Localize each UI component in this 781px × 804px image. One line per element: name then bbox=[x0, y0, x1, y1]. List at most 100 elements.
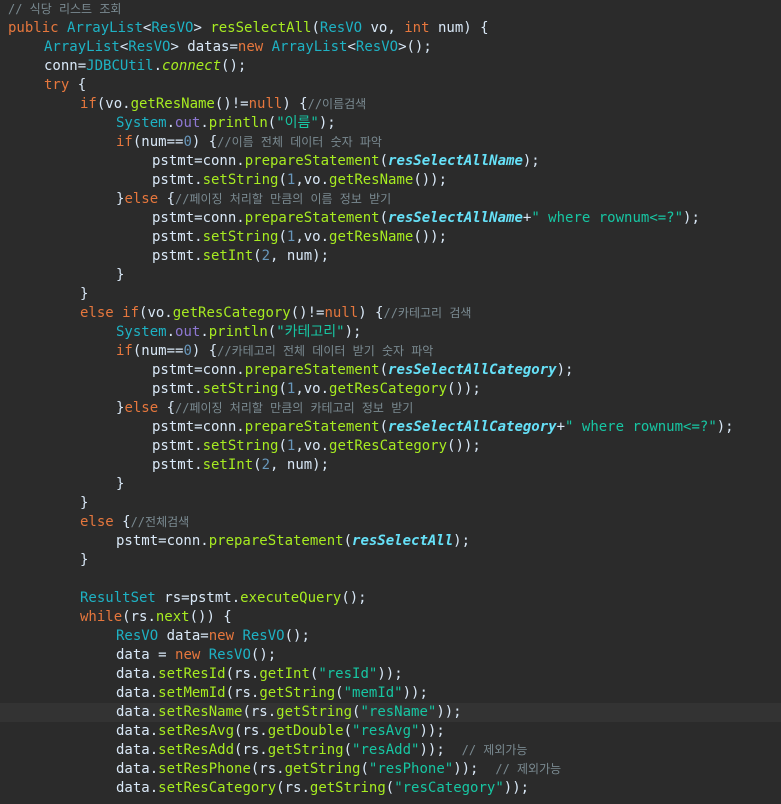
plain-token: )); bbox=[419, 742, 462, 758]
comment-token: //카테고리 전체 데이터 받기 숫자 파악 bbox=[217, 344, 434, 358]
plain-token: data = bbox=[116, 647, 176, 663]
method-token: executeQuery bbox=[240, 590, 342, 606]
plain-token: data. bbox=[116, 723, 159, 739]
plain-token: data. bbox=[116, 761, 159, 777]
keyword-token: new bbox=[237, 39, 272, 55]
plain-token: data. bbox=[116, 742, 159, 758]
plain-token: } bbox=[80, 552, 89, 568]
method-token: getResCategory bbox=[329, 438, 448, 454]
code-line[interactable]: pstmt=conn.prepareStatement(resSelectAll… bbox=[0, 152, 781, 171]
code-line[interactable]: data.setResAdd(rs.getString("resAdd")); … bbox=[0, 741, 781, 760]
code-line[interactable]: conn=JDBCUtil.connect(); bbox=[0, 57, 781, 76]
plain-token: } bbox=[116, 267, 125, 283]
code-line[interactable]: else {//전체검색 bbox=[0, 513, 781, 532]
keyword-token: while bbox=[80, 609, 123, 625]
method-token: setString bbox=[202, 172, 279, 188]
field-constant-token: resSelectAllCategory bbox=[388, 362, 557, 378]
code-line[interactable]: // 식당 리스트 조회 bbox=[0, 0, 781, 19]
code-line[interactable]: try { bbox=[0, 76, 781, 95]
keyword-token: new bbox=[175, 647, 209, 663]
plain-token: , num); bbox=[270, 248, 330, 264]
plain-token: ,vo. bbox=[295, 172, 330, 188]
method-token: next bbox=[155, 609, 190, 625]
plain-token: , num); bbox=[270, 457, 330, 473]
code-line[interactable]: } bbox=[0, 475, 781, 494]
util-call-token: connect bbox=[162, 58, 222, 74]
code-line[interactable]: pstmt.setString(1,vo.getResName()); bbox=[0, 228, 781, 247]
code-line[interactable]: System.out.println("카테고리"); bbox=[0, 323, 781, 342]
plain-token: pstmt. bbox=[152, 381, 203, 397]
code-line[interactable]: data.setResPhone(rs.getString("resPhone"… bbox=[0, 760, 781, 779]
plain-token: pstmt=conn. bbox=[116, 533, 209, 549]
code-line[interactable]: ResVO data=new ResVO(); bbox=[0, 627, 781, 646]
keyword-token: if bbox=[80, 96, 97, 112]
code-line[interactable] bbox=[0, 570, 781, 589]
plain-token: ( bbox=[379, 419, 389, 435]
type-token: ResultSet bbox=[80, 590, 156, 606]
code-line[interactable]: pstmt=conn.prepareStatement(resSelectAll… bbox=[0, 209, 781, 228]
code-line[interactable]: public ArrayList<ResVO> resSelectAll(Res… bbox=[0, 19, 781, 38]
string-token: "이름" bbox=[276, 115, 319, 131]
code-line[interactable]: }else {//페이징 처리할 만큼의 이름 정보 받기 bbox=[0, 190, 781, 209]
code-line[interactable]: ResultSet rs=pstmt.executeQuery(); bbox=[0, 589, 781, 608]
current-code-line[interactable]: data.setResName(rs.getString("resName"))… bbox=[0, 703, 781, 722]
code-line[interactable]: pstmt=conn.prepareStatement(resSelectAll… bbox=[0, 532, 781, 551]
code-line[interactable]: data.setResAvg(rs.getDouble("resAvg")); bbox=[0, 722, 781, 741]
type-token: ResVO bbox=[242, 628, 285, 644]
plain-token: ( bbox=[343, 723, 353, 739]
code-line[interactable]: } bbox=[0, 285, 781, 304]
plain-token: ( bbox=[253, 457, 262, 473]
type-token: ResVO bbox=[319, 20, 363, 36]
method-token: getString bbox=[267, 742, 344, 758]
code-line[interactable]: data.setResId(rs.getInt("resId")); bbox=[0, 665, 781, 684]
keyword-token: else bbox=[124, 191, 159, 207]
code-line[interactable]: pstmt.setString(1,vo.getResCategory()); bbox=[0, 380, 781, 399]
code-line[interactable]: } bbox=[0, 494, 781, 513]
code-line[interactable]: System.out.println("이름"); bbox=[0, 114, 781, 133]
number-token: 0 bbox=[183, 343, 192, 359]
code-line[interactable]: while(rs.next()) { bbox=[0, 608, 781, 627]
plain-token: ()); bbox=[413, 229, 448, 245]
plain-token: vo, bbox=[362, 20, 405, 36]
code-line[interactable]: pstmt.setString(1,vo.getResCategory()); bbox=[0, 437, 781, 456]
plain-token: pstmt=conn. bbox=[152, 362, 245, 378]
code-line[interactable]: } bbox=[0, 551, 781, 570]
code-line[interactable]: }else {//페이징 처리할 만큼의 카테고리 정보 받기 bbox=[0, 399, 781, 418]
static-field-token: out bbox=[175, 115, 201, 131]
code-line[interactable]: pstmt.setInt(2, num); bbox=[0, 247, 781, 266]
code-line[interactable]: if(num==0) {//이름 전체 데이터 숫자 파악 bbox=[0, 133, 781, 152]
code-line[interactable]: pstmt.setInt(2, num); bbox=[0, 456, 781, 475]
plain-token: pstmt=conn. bbox=[152, 210, 245, 226]
plain-token: pstmt. bbox=[152, 248, 203, 264]
code-line[interactable]: if(vo.getResName()!=null) {//이름검색 bbox=[0, 95, 781, 114]
comment-token: // 제외가능 bbox=[461, 743, 528, 757]
method-token: setMemId bbox=[158, 685, 226, 701]
method-token: prepareStatement bbox=[208, 533, 344, 549]
plain-token: > datas= bbox=[170, 39, 238, 55]
code-line[interactable]: } bbox=[0, 266, 781, 285]
method-token: setInt bbox=[202, 457, 254, 473]
plain-token: data. bbox=[116, 780, 159, 796]
code-editor[interactable]: // 식당 리스트 조회 public ArrayList<ResVO> resS… bbox=[0, 0, 781, 804]
plain-token: ( bbox=[267, 324, 277, 340]
code-line[interactable]: pstmt=conn.prepareStatement(resSelectAll… bbox=[0, 361, 781, 380]
method-token: setResCategory bbox=[158, 780, 277, 796]
code-line[interactable]: pstmt.setString(1,vo.getResName()); bbox=[0, 171, 781, 190]
code-line[interactable]: data.setResCategory(rs.getString("resCat… bbox=[0, 779, 781, 798]
keyword-token: public bbox=[8, 20, 68, 36]
comment-token: //페이징 처리할 만큼의 이름 정보 받기 bbox=[175, 192, 392, 206]
plain-token: )); bbox=[377, 666, 403, 682]
code-line[interactable]: else if(vo.getResCategory()!=null) {//카테… bbox=[0, 304, 781, 323]
type-token: ResVO bbox=[116, 628, 159, 644]
code-line[interactable]: data = new ResVO(); bbox=[0, 646, 781, 665]
code-line[interactable]: data.setMemId(rs.getString("memId")); bbox=[0, 684, 781, 703]
type-token: ResVO bbox=[151, 20, 194, 36]
plain-token: ( bbox=[278, 172, 287, 188]
code-line[interactable]: ArrayList<ResVO> datas=new ArrayList<Res… bbox=[0, 38, 781, 57]
keyword-token: int bbox=[404, 20, 430, 36]
code-line[interactable]: pstmt=conn.prepareStatement(resSelectAll… bbox=[0, 418, 781, 437]
plain-token: ( bbox=[385, 780, 395, 796]
type-token: ResVO bbox=[208, 647, 251, 663]
code-line[interactable]: if(num==0) {//카테고리 전체 데이터 받기 숫자 파악 bbox=[0, 342, 781, 361]
string-token: "resAvg" bbox=[352, 723, 420, 739]
